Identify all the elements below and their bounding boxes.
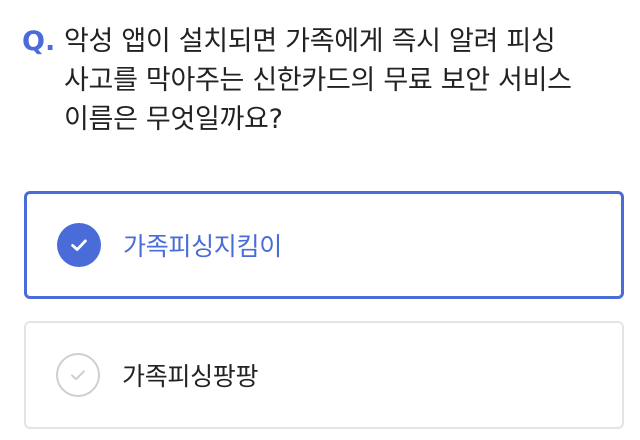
question-text: 악성 앱이 설치되면 가족에게 즉시 알려 피싱 사고를 막아주는 신한카드의 … bbox=[64, 26, 572, 135]
answer-option-1-label: 가족피싱지킴이 bbox=[123, 232, 282, 261]
question-prefix: Q. bbox=[22, 26, 56, 57]
answer-option-1[interactable]: 가족피싱지킴이 bbox=[24, 191, 624, 299]
check-icon bbox=[57, 223, 101, 267]
question: Q. 악성 앱이 설치되면 가족에게 즉시 알려 피싱 사고를 막아주는 신한카… bbox=[22, 22, 622, 139]
answer-option-2[interactable]: 가족피싱팡팡 bbox=[24, 321, 624, 429]
answer-option-2-label: 가족피싱팡팡 bbox=[122, 362, 259, 391]
check-icon bbox=[56, 353, 100, 397]
quiz-screen: Q. 악성 앱이 설치되면 가족에게 즉시 알려 피싱 사고를 막아주는 신한카… bbox=[0, 0, 640, 440]
